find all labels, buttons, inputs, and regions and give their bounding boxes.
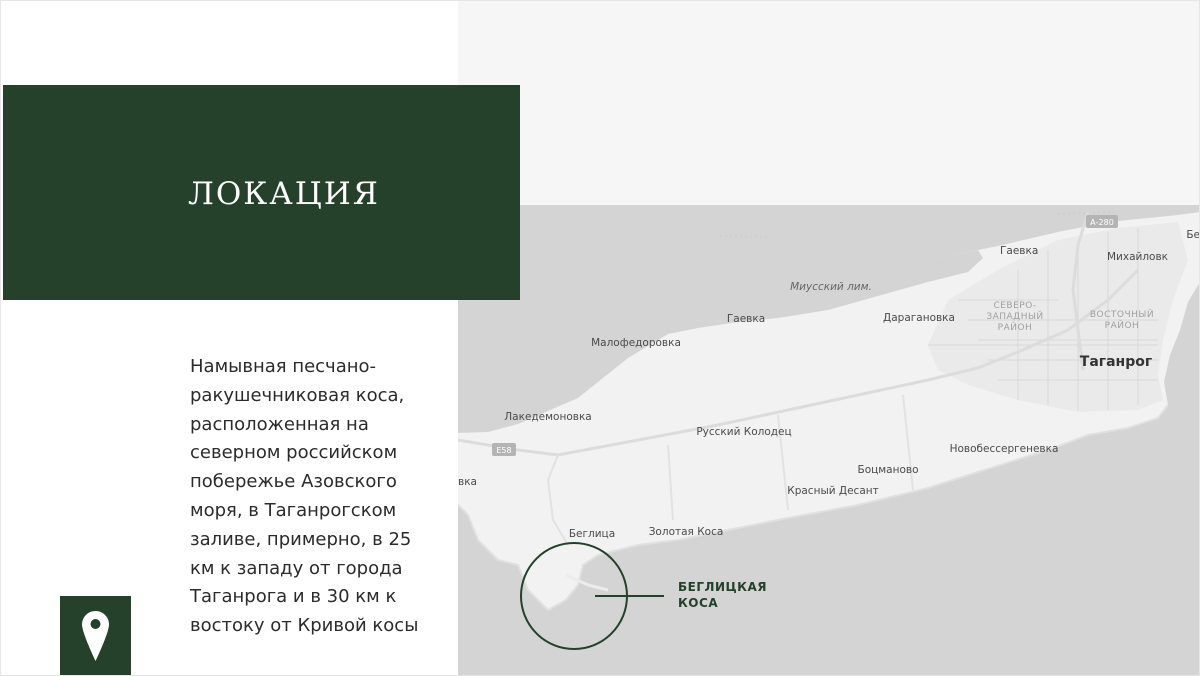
map-canvas: А-280 E58 Миусский лим. Гаевка Михайловк… (458, 0, 1200, 650)
label-be: Бе (1186, 229, 1200, 241)
label-gaevka-top: Гаевка (1000, 245, 1038, 257)
label-severo-zapadny-2: ЗАПАДНЫЙ (986, 310, 1043, 322)
slide: А-280 E58 Миусский лим. Гаевка Михайловк… (0, 0, 1200, 676)
label-taganrog: Таганрог (1080, 354, 1152, 370)
label-lakedemonovka: Лакедемоновка (504, 411, 591, 423)
label-miussky-liman: Миусский лим. (790, 281, 872, 293)
svg-text:А-280: А-280 (1090, 218, 1114, 227)
label-daraganovka: Дарагановка (883, 312, 955, 324)
label-mikhailovka: Михайловк (1107, 251, 1168, 263)
road-badge-e58: E58 (492, 443, 516, 456)
location-icon-box (60, 596, 131, 676)
label-zolotaya-kosa: Золотая Коса (649, 526, 724, 538)
label-vostochny-1: ВОСТОЧНЫЙ (1090, 308, 1154, 320)
location-description: Намывная песчано- ракушечниковая коса, р… (190, 356, 419, 637)
label-gaevka: Гаевка (727, 313, 765, 325)
label-novobessergenevka: Новобессергеневка (950, 443, 1059, 455)
map-panel[interactable]: А-280 E58 Миусский лим. Гаевка Михайловк… (458, 0, 1200, 676)
callout-label-line1: БЕГЛИЦКАЯ (678, 580, 767, 594)
label-severo-zapadny-3: РАЙОН (998, 321, 1033, 333)
svg-text:E58: E58 (496, 446, 511, 455)
page-title: ЛОКАЦИЯ (188, 176, 380, 212)
callout-label-line2: КОСА (678, 596, 718, 610)
road-badge-a280: А-280 (1086, 215, 1118, 228)
label-vostochny-2: РАЙОН (1105, 319, 1140, 331)
map-pin-icon (82, 611, 109, 661)
label-malofedorovka: Малофедоровка (591, 337, 681, 349)
label-russky-kolodets: Русский Колодец (696, 426, 791, 438)
upper-sea (458, 0, 1200, 205)
label-botsmanovo: Боцманово (857, 464, 918, 476)
label-vka: вка (458, 476, 477, 488)
label-severo-zapadny-1: СЕВЕРО- (993, 301, 1036, 311)
label-beglitsa: Беглица (569, 528, 615, 540)
label-krasny-desant: Красный Десант (787, 485, 879, 497)
